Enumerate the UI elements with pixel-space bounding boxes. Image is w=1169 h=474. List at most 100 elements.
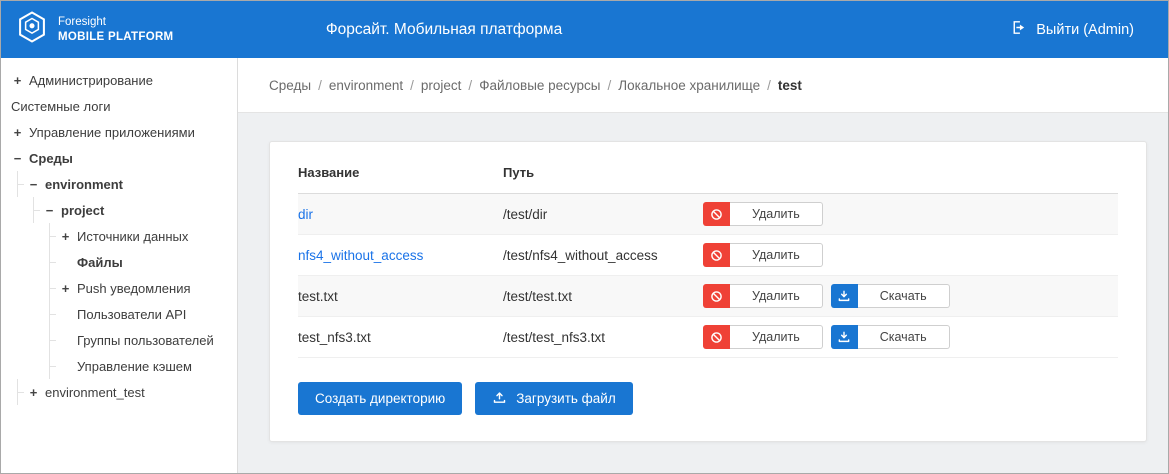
table-row: dir/test/dir Удалить bbox=[298, 194, 1118, 235]
row-actions: Удалить Скачать bbox=[703, 284, 1118, 308]
logout-button[interactable]: Выйти (Admin) bbox=[1010, 19, 1134, 40]
tree-item[interactable]: Пользователи API bbox=[1, 301, 237, 327]
tree-item[interactable]: +environment_test bbox=[1, 379, 237, 405]
brand-name: Foresight bbox=[58, 15, 173, 30]
tree-item-active[interactable]: Файлы bbox=[1, 249, 237, 275]
minus-icon[interactable]: − bbox=[43, 203, 56, 218]
delete-button[interactable]: Удалить bbox=[703, 202, 823, 226]
row-actions: Удалить Скачать bbox=[703, 325, 1118, 349]
breadcrumb: Среды / environment / project / Файловые ресур… bbox=[238, 58, 1168, 113]
plus-icon[interactable]: + bbox=[11, 73, 24, 88]
breadcrumb-item[interactable]: project bbox=[421, 78, 462, 93]
tree-item-label: Push уведомления bbox=[77, 281, 191, 296]
tree-item[interactable]: −environment bbox=[1, 171, 237, 197]
tree-item[interactable]: −Среды bbox=[1, 145, 237, 171]
file-path: /test/test.txt bbox=[503, 276, 703, 317]
delete-button[interactable]: Удалить bbox=[703, 243, 823, 267]
row-actions: Удалить bbox=[703, 243, 1118, 267]
download-button-label[interactable]: Скачать bbox=[858, 284, 950, 308]
delete-button-label[interactable]: Удалить bbox=[730, 243, 823, 267]
tree-item-label: environment bbox=[45, 177, 123, 192]
brand[interactable]: Foresight MOBILE PLATFORM bbox=[15, 10, 173, 49]
create-directory-label: Создать директорию bbox=[315, 391, 445, 406]
breadcrumb-item[interactable]: Локальное хранилище bbox=[618, 78, 760, 93]
minus-icon[interactable]: − bbox=[11, 151, 24, 166]
file-name-link[interactable]: nfs4_without_access bbox=[298, 248, 423, 263]
sidebar: + Администрирование Системные логи + Управле… bbox=[1, 58, 238, 473]
breadcrumb-separator: / bbox=[767, 78, 771, 93]
tree-item-label: Группы пользователей bbox=[77, 333, 214, 348]
column-header: Название bbox=[298, 150, 503, 194]
column-header-actions bbox=[703, 150, 1118, 194]
tree-item[interactable]: Группы пользователей bbox=[1, 327, 237, 353]
download-button[interactable]: Скачать bbox=[831, 325, 950, 349]
tree-item-label: Управление приложениями bbox=[29, 125, 195, 140]
delete-button[interactable]: Удалить bbox=[703, 325, 823, 349]
download-icon bbox=[831, 284, 858, 308]
plus-icon[interactable]: + bbox=[59, 281, 72, 296]
card-actions: Создать директорию Загрузить файл bbox=[298, 382, 1118, 415]
app-title: Форсайт. Мобильная платформа bbox=[326, 21, 562, 39]
tree-item[interactable]: Управление кэшем bbox=[1, 353, 237, 379]
page: Foresight MOBILE PLATFORM Форсайт. Мобил… bbox=[1, 1, 1168, 473]
tree-connector bbox=[17, 392, 24, 393]
delete-button-label[interactable]: Удалить bbox=[730, 284, 823, 308]
breadcrumb-separator: / bbox=[318, 78, 322, 93]
tree-item-label: Среды bbox=[29, 151, 73, 166]
tree-connector bbox=[33, 210, 40, 211]
plus-icon[interactable]: + bbox=[11, 125, 24, 140]
download-icon bbox=[831, 325, 858, 349]
tree-item-label: Файлы bbox=[77, 255, 123, 270]
tree-item[interactable]: + Управление приложениями bbox=[1, 119, 237, 145]
tree-connector bbox=[49, 288, 56, 289]
breadcrumb-separator: / bbox=[468, 78, 472, 93]
tree-item-label: Системные логи bbox=[11, 99, 110, 114]
upload-file-button[interactable]: Загрузить файл bbox=[475, 382, 632, 415]
file-path: /test/test_nfs3.txt bbox=[503, 317, 703, 358]
tree-item-label: Источники данных bbox=[77, 229, 188, 244]
tree-item[interactable]: + Push уведомления bbox=[1, 275, 237, 301]
main-content: Среды / environment / project / Файловые ресур… bbox=[238, 58, 1168, 473]
logout-label: Выйти (Admin) bbox=[1036, 22, 1134, 38]
breadcrumb-separator: / bbox=[410, 78, 414, 93]
download-button[interactable]: Скачать bbox=[831, 284, 950, 308]
sidebar-tree: + Администрирование Системные логи + Управле… bbox=[1, 67, 237, 405]
breadcrumb-item[interactable]: Среды bbox=[269, 78, 311, 93]
breadcrumb-item[interactable]: Файловые ресурсы bbox=[479, 78, 600, 93]
tree-item[interactable]: Системные логи bbox=[1, 93, 237, 119]
file-path: /test/nfs4_without_access bbox=[503, 235, 703, 276]
plus-icon[interactable]: + bbox=[59, 229, 72, 244]
breadcrumb-item[interactable]: environment bbox=[329, 78, 403, 93]
delete-button-label[interactable]: Удалить bbox=[730, 325, 823, 349]
foresight-logo-icon bbox=[15, 10, 49, 49]
tree-item-label: Пользователи API bbox=[77, 307, 186, 322]
tree-item[interactable]: + Администрирование bbox=[1, 67, 237, 93]
file-storage-card: НазваниеПуть dir/test/dirУдалитьnfs4_wit… bbox=[269, 141, 1147, 442]
minus-icon[interactable]: − bbox=[27, 177, 40, 192]
tree-item[interactable]: −project bbox=[1, 197, 237, 223]
tree-item[interactable]: + Источники данных bbox=[1, 223, 237, 249]
table-row: test.txt/test/test.txt Удалить Скачать bbox=[298, 276, 1118, 317]
file-name: test_nfs3.txt bbox=[298, 330, 371, 345]
table-row: test_nfs3.txt/test/test_nfs3.txt Удалить С… bbox=[298, 317, 1118, 358]
row-actions: Удалить bbox=[703, 202, 1118, 226]
tree-item-label: Администрирование bbox=[29, 73, 153, 88]
download-button-label[interactable]: Скачать bbox=[858, 325, 950, 349]
delete-button[interactable]: Удалить bbox=[703, 284, 823, 308]
file-path: /test/dir bbox=[503, 194, 703, 235]
file-name-link[interactable]: dir bbox=[298, 207, 313, 222]
file-name: test.txt bbox=[298, 289, 338, 304]
plus-icon[interactable]: + bbox=[27, 385, 40, 400]
table-row: nfs4_without_access/test/nfs4_without_ac… bbox=[298, 235, 1118, 276]
prohibition-icon bbox=[703, 284, 730, 308]
tree-connector bbox=[49, 314, 56, 315]
create-directory-button[interactable]: Создать директорию bbox=[298, 382, 462, 415]
tree-connector bbox=[49, 340, 56, 341]
upload-icon bbox=[492, 390, 507, 408]
content-area: НазваниеПуть dir/test/dirУдалитьnfs4_wit… bbox=[238, 113, 1168, 473]
prohibition-icon bbox=[703, 202, 730, 226]
tree-connector bbox=[17, 184, 24, 185]
column-header: Путь bbox=[503, 150, 703, 194]
upload-file-label: Загрузить файл bbox=[516, 391, 615, 406]
delete-button-label[interactable]: Удалить bbox=[730, 202, 823, 226]
